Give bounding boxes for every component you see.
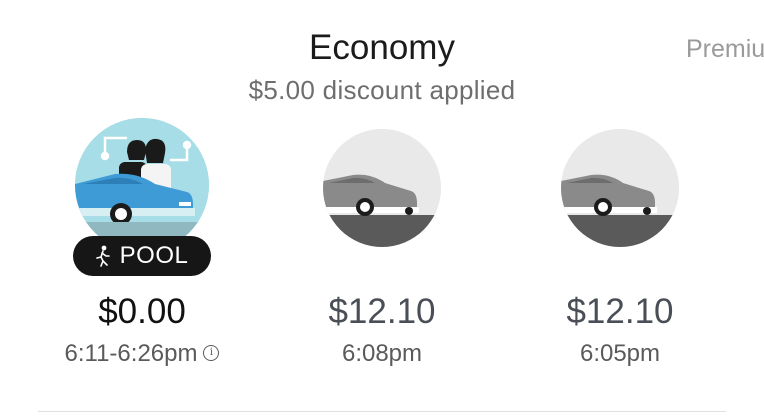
pool-badge: POOL [73,236,211,276]
pool-label: POOL [119,242,189,269]
category-title[interactable]: Economy [309,28,455,68]
eta-label: 6:08pm [341,340,423,367]
ride-option-pool[interactable]: POOL $0.00 6:11-6:26pm i [22,118,262,378]
divider [38,411,726,412]
price-label: $12.10 [566,292,674,331]
price-label: $0.00 [98,292,186,331]
eta-text: 6:11-6:26pm [64,340,198,367]
price-label: $12.10 [328,292,436,331]
ride-option-3[interactable]: $12.10 6:05pm [500,118,740,378]
pool-car-image [75,118,209,252]
walking-person-icon [95,245,110,267]
tab-premium[interactable]: Premiu [686,35,764,64]
ride-option-2[interactable]: $12.10 6:08pm [262,118,502,378]
product-header: Economy $5.00 discount applied Premiu [0,0,764,110]
info-icon[interactable]: i [203,344,220,361]
eta-label: 6:11-6:26pm i [22,340,262,368]
discount-subtitle: $5.00 discount applied [248,75,516,105]
car-image [323,129,441,247]
car-image [561,129,679,247]
eta-label: 6:05pm [579,340,661,367]
